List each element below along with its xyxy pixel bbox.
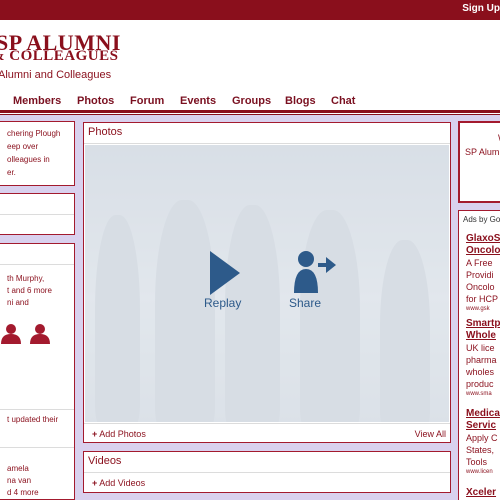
ad-text: Tools — [466, 457, 488, 467]
ad-url[interactable]: www.gsk — [466, 306, 490, 312]
ad-text: Providi — [466, 270, 494, 280]
ad-text: wholes — [466, 367, 495, 377]
activity-text: t updated their — [7, 415, 59, 424]
welcome-box: chering Plough eep over olleagues in er. — [0, 121, 75, 186]
welcome-line-2: eep over — [7, 142, 39, 151]
videos-title: Videos — [84, 452, 450, 473]
add-videos-link[interactable]: + Add Videos — [92, 478, 145, 488]
divider — [0, 447, 74, 448]
nav-chat[interactable]: Chat — [331, 95, 355, 107]
nav-groups[interactable]: Groups — [232, 95, 271, 107]
plus-icon: + — [92, 429, 98, 439]
signup-link[interactable]: Sign Up — [462, 3, 500, 14]
logo-subtitle[interactable]: & COLLEAGUES — [0, 48, 118, 65]
welcome-line-1: chering Plough — [7, 129, 61, 138]
ad-title[interactable]: Servic — [466, 420, 496, 431]
activity-line-3: d 4 more — [7, 488, 39, 497]
replay-icon[interactable] — [204, 249, 244, 297]
ad-title[interactable]: Smartp — [466, 318, 500, 329]
members-box: th Murphy, t and 6 more ni and t updated… — [0, 243, 75, 500]
nav-members[interactable]: Members — [13, 95, 61, 107]
ad-url[interactable]: www.licen — [466, 469, 493, 475]
nav-forum[interactable]: Forum — [130, 95, 164, 107]
ad-text: pharma — [466, 355, 497, 365]
member-avatar-icon[interactable] — [0, 322, 22, 344]
share-label[interactable]: Share — [289, 296, 321, 310]
view-all-link[interactable]: View All — [415, 429, 446, 439]
ad-text: Apply C — [466, 433, 498, 443]
ad-text: Oncolo — [466, 282, 495, 292]
nav-divider — [0, 110, 500, 113]
ad-text: States, — [466, 445, 495, 455]
ad-text: produc — [466, 379, 494, 389]
add-photos-label[interactable]: Add Photos — [99, 429, 146, 439]
replay-label[interactable]: Replay — [204, 296, 241, 310]
members-line-3: ni and — [7, 298, 29, 307]
divider — [0, 409, 74, 410]
photos-title: Photos — [84, 123, 450, 144]
add-videos-label[interactable]: Add Videos — [99, 478, 145, 488]
ad-title[interactable]: Whole — [466, 330, 496, 341]
photo-slideshow[interactable]: Replay Share — [85, 145, 449, 422]
divider — [0, 214, 74, 215]
logo-tagline: Alumni and Colleagues — [0, 69, 112, 81]
top-bar: Sign Up — [0, 0, 500, 20]
ads-label[interactable]: Ads by Go — [463, 215, 500, 224]
ad-text: A Free — [466, 258, 493, 268]
photos-panel: Photos Replay Share + Add Photos View Al… — [83, 122, 451, 443]
ad-title[interactable]: GlaxoS — [466, 233, 500, 244]
main-nav: Members Photos Forum Events Groups Blogs… — [0, 93, 500, 111]
ads-box: Ads by Go GlaxoS Oncolo A Free Providi O… — [458, 210, 500, 500]
nav-photos[interactable]: Photos — [77, 95, 114, 107]
add-photos-link[interactable]: + Add Photos — [92, 429, 146, 439]
plus-icon: + — [92, 478, 98, 488]
divider — [84, 423, 450, 424]
divider — [0, 264, 74, 265]
welcome-line-4: er. — [7, 168, 16, 177]
ad-title[interactable]: Oncolo — [466, 245, 500, 256]
right-welcome-box: W SP Alum — [458, 121, 500, 203]
ad-title[interactable]: Xceler — [466, 487, 496, 498]
ad-title[interactable]: Medica — [466, 408, 500, 419]
videos-panel: Videos + Add Videos — [83, 451, 451, 493]
nav-blogs[interactable]: Blogs — [285, 95, 316, 107]
ad-text: for HCP — [466, 294, 499, 304]
right-box-text: SP Alum — [465, 147, 500, 157]
member-avatar-icon[interactable] — [29, 322, 51, 344]
ad-url[interactable]: www.sma — [466, 391, 492, 397]
photo-overlay — [85, 145, 449, 422]
welcome-line-3: olleagues in — [7, 155, 50, 164]
nav-events[interactable]: Events — [180, 95, 216, 107]
left-small-box — [0, 193, 75, 235]
ad-text: UK lice — [466, 343, 495, 353]
share-icon[interactable] — [292, 249, 338, 295]
